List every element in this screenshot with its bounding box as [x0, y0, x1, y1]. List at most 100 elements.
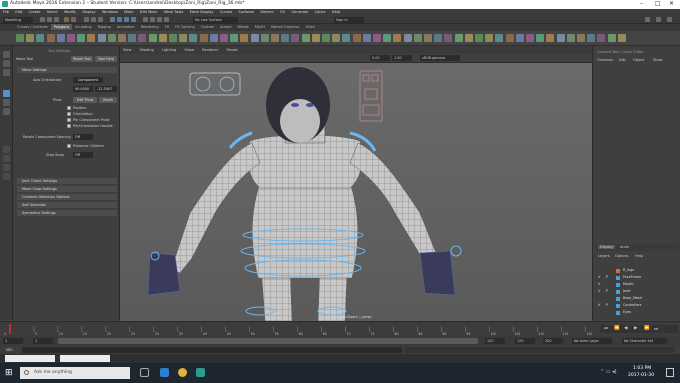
shelf-tool-icon[interactable] [250, 34, 259, 42]
notification-icon[interactable] [666, 368, 674, 377]
skip-end-icon[interactable]: ⏭ [654, 326, 658, 332]
shelf-tool-icon[interactable] [291, 34, 300, 42]
history-icon[interactable] [143, 17, 148, 22]
edit-menu[interactable]: Edit [619, 58, 626, 62]
menu-mesh-display[interactable]: Mesh Display [190, 10, 214, 14]
snap-grid-icon[interactable] [110, 17, 115, 22]
shelf-tool-icon[interactable] [342, 34, 351, 42]
vp-menu-view[interactable]: View [123, 48, 131, 52]
menu-file[interactable]: File [3, 10, 9, 14]
shelf-tool-icon[interactable] [230, 34, 239, 42]
menu-edit-mesh[interactable]: Edit Mesh [140, 10, 158, 14]
layer-color-swatch[interactable] [616, 297, 620, 301]
axis-orientation-dropdown[interactable]: Component [73, 77, 103, 83]
layer-row[interactable]: V P FaceFrame [598, 275, 678, 281]
snap-point-icon[interactable] [124, 17, 129, 22]
layer-row[interactable]: Base_Mesh [598, 296, 678, 302]
shelf-tool-icon[interactable] [107, 34, 116, 42]
exposure-field[interactable]: 0.00 [370, 55, 390, 61]
vp-menu-show[interactable]: Show [185, 48, 194, 52]
shelf-tool-icon[interactable] [352, 34, 361, 42]
layer-row[interactable]: R_legs [598, 268, 678, 274]
anim-layer-dropdown[interactable]: No Anim Layer [572, 338, 612, 344]
layer-playback-toggle[interactable]: P [606, 289, 612, 293]
sign-in-button[interactable]: Sign In [334, 17, 364, 23]
attribute-editor-icon[interactable] [656, 17, 661, 22]
soft-selection-header[interactable]: Soft Selection [17, 202, 117, 208]
anim-tab[interactable]: Anim [620, 245, 629, 249]
shelf-tool-icon[interactable] [271, 34, 279, 42]
shelf-tool-icon[interactable] [362, 34, 371, 42]
menu-curves[interactable]: Curves [220, 10, 232, 14]
shelf-tool-icon[interactable] [240, 34, 249, 42]
symmetry-settings-header[interactable]: Symmetry Settings [17, 210, 117, 216]
options-menu[interactable]: Options [615, 254, 629, 258]
show-menu[interactable]: Show [653, 58, 662, 62]
shelf-tool-icon[interactable] [169, 34, 177, 42]
layer-row[interactable]: V Mouth [598, 282, 678, 288]
shelf-tab-1[interactable]: Polygons [50, 24, 73, 30]
pin-pivot-checkbox[interactable] [67, 118, 71, 122]
shelf-tab-2[interactable]: Sculpting [72, 24, 94, 30]
undo-icon[interactable] [64, 17, 69, 22]
select-object-icon[interactable] [91, 17, 96, 22]
move-tool-icon[interactable] [3, 90, 10, 97]
layout-four-icon[interactable] [3, 155, 10, 162]
shelf-tool-icon[interactable] [87, 34, 96, 42]
layout-two-icon[interactable] [3, 164, 10, 171]
orientation-field-b[interactable]: -12.3407 [95, 86, 117, 92]
shelf-tool-icon[interactable] [424, 34, 432, 42]
shelf-tool-icon[interactable] [138, 34, 147, 42]
shelf-tool-icon[interactable] [118, 34, 126, 42]
shelf-tool-icon[interactable] [179, 34, 188, 42]
step-back-icon[interactable]: ⏪ [614, 326, 620, 331]
menu-create[interactable]: Create [29, 10, 41, 14]
reset-tool-button[interactable]: Reset Tool [71, 56, 93, 62]
shelf-tool-icon[interactable] [128, 34, 137, 42]
shelf-tool-icon[interactable] [566, 34, 575, 42]
shelf-tool-icon[interactable] [260, 34, 269, 42]
edit-pivot-button[interactable]: Edit Pivot [73, 97, 97, 103]
shelf-tab-10[interactable]: Bifrost [234, 24, 251, 30]
move-settings-header[interactable]: Move Settings [17, 67, 117, 73]
shelf-tool-icon[interactable] [77, 34, 86, 42]
shelf-tool-icon[interactable] [536, 34, 545, 42]
layer-visibility-toggle[interactable]: V [598, 289, 604, 293]
time-slider[interactable]: 5 10 15 20 25 30 35 40 45 50 55 60 65 70 75 80 85 90 95 100… [0, 321, 680, 336]
render-icon[interactable] [150, 17, 155, 22]
shelf-tool-icon[interactable] [546, 34, 555, 42]
layer-playback-toggle[interactable]: P [606, 275, 612, 279]
layer-color-swatch[interactable] [616, 283, 620, 287]
menuset-dropdown[interactable]: Modeling [3, 17, 33, 23]
shelf-tool-icon[interactable] [485, 34, 494, 42]
vp-menu-lighting[interactable]: Lighting [162, 48, 176, 52]
shelf-tool-icon[interactable] [495, 34, 504, 42]
shelf-tool-icon[interactable] [220, 34, 228, 42]
pin-handle-checkbox[interactable] [67, 124, 71, 128]
shelf-tab-5[interactable]: Rendering [138, 24, 162, 30]
layers-menu[interactable]: Layers [598, 254, 610, 258]
shelf-tab-11[interactable]: MASH [252, 24, 268, 30]
layout-single-icon[interactable] [3, 146, 10, 153]
shelf-tool-icon[interactable] [617, 34, 626, 42]
snap-plane-icon[interactable] [131, 17, 136, 22]
shelf-tool-icon[interactable] [199, 34, 208, 42]
redo-icon[interactable] [71, 17, 76, 22]
gamma-field[interactable]: 1.00 [392, 55, 412, 61]
shelf-tool-icon[interactable] [393, 34, 402, 42]
preserve-children-checkbox[interactable] [67, 144, 71, 148]
shelf-tool-icon[interactable] [97, 34, 106, 42]
shelf-tool-icon[interactable] [189, 34, 198, 42]
vp-menu-renderer[interactable]: Renderer [202, 48, 218, 52]
layer-row[interactable]: V P Joint [598, 289, 678, 295]
lasso-tool-icon[interactable] [3, 60, 10, 67]
shelf-tool-icon[interactable] [454, 34, 463, 42]
layer-visibility-toggle[interactable]: V [598, 282, 604, 286]
shelf-tool-icon[interactable] [56, 34, 65, 42]
menu-cache[interactable]: Cache [314, 10, 325, 14]
menu-modify[interactable]: Modify [64, 10, 76, 14]
paint-select-icon[interactable] [3, 69, 10, 76]
live-surface-field[interactable]: No Live Surface [193, 17, 238, 23]
menu-surfaces[interactable]: Surfaces [238, 10, 254, 14]
tool-help-button[interactable]: Tool Help [95, 56, 117, 62]
